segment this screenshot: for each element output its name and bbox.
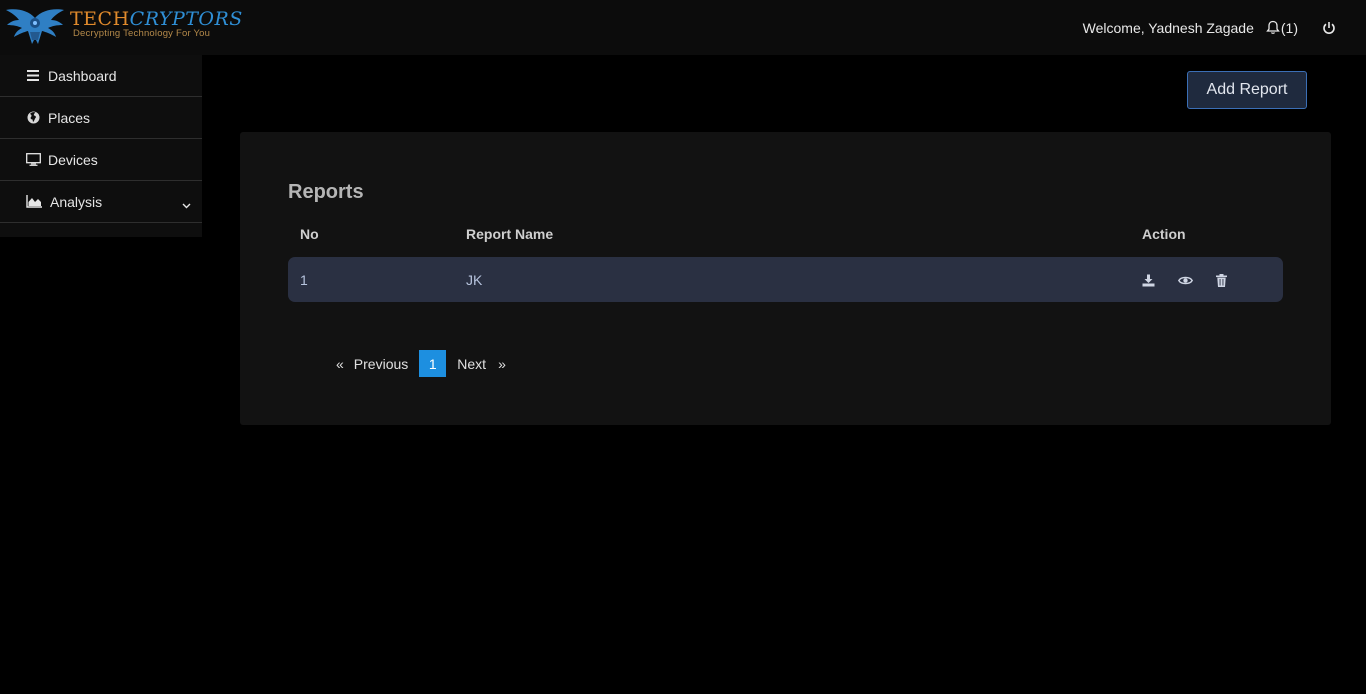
eye-icon (1177, 276, 1193, 284)
bell-icon (1266, 20, 1280, 34)
brand-name-part1: TECH (70, 8, 130, 30)
cell-no: 1 (300, 272, 308, 288)
pagination-next[interactable]: Next (457, 356, 486, 372)
sidebar-item-dashboard[interactable]: Dashboard (0, 55, 202, 97)
pagination-page-1[interactable]: 1 (419, 350, 447, 377)
globe-icon (25, 111, 41, 125)
brand-text: TECHCRYPTORS Decrypting Technology For Y… (70, 8, 243, 39)
main-content: Add Report Reports No Report Name Action… (202, 55, 1366, 694)
pagination: « Previous 1 Next » (336, 350, 506, 377)
add-report-button[interactable]: Add Report (1187, 71, 1307, 109)
notification-count: (1) (1280, 19, 1298, 36)
delete-button[interactable] (1213, 272, 1229, 288)
brand-logo[interactable]: TECHCRYPTORS Decrypting Technology For Y… (4, 4, 242, 46)
sidebar-item-analysis[interactable]: Analysis (0, 181, 202, 223)
top-bar: TECHCRYPTORS Decrypting Technology For Y… (0, 0, 1366, 55)
pagination-next-arrow[interactable]: » (498, 356, 506, 372)
welcome-text: Welcome, Yadnesh Zagade (1082, 19, 1254, 36)
download-button[interactable] (1140, 272, 1156, 288)
sidebar-item-label: Places (48, 109, 91, 126)
sidebar-item-label: Devices (48, 151, 98, 168)
eagle-logo-icon (6, 9, 64, 44)
chevron-down-icon[interactable] (182, 196, 191, 212)
sidebar: Dashboard Places Devices Analysis (0, 55, 202, 237)
pagination-prev-arrow[interactable]: « (336, 356, 344, 372)
page-title: Reports (288, 181, 364, 203)
power-icon (1323, 21, 1335, 34)
monitor-icon (25, 153, 41, 167)
sidebar-item-devices[interactable]: Devices (0, 139, 202, 181)
trash-icon (1215, 273, 1227, 287)
logout-button[interactable] (1322, 21, 1336, 35)
sidebar-item-places[interactable]: Places (0, 97, 202, 139)
brand-name: TECHCRYPTORS (70, 8, 243, 30)
view-button[interactable] (1177, 272, 1193, 288)
reports-card: Reports No Report Name Action 1 JK « Pre… (240, 132, 1331, 425)
column-header-action: Action (1142, 226, 1186, 242)
column-header-report-name: Report Name (466, 226, 554, 242)
area-chart-icon (25, 195, 43, 209)
cell-report-name: JK (466, 272, 483, 288)
header-right: Welcome, Yadnesh Zagade (1) (1083, 0, 1336, 55)
sidebar-item-label: Dashboard (48, 67, 117, 84)
table-row: 1 JK (288, 257, 1283, 302)
bars-icon (25, 69, 41, 83)
download-icon (1142, 274, 1154, 286)
notifications-button[interactable]: (1) (1266, 20, 1298, 36)
pagination-previous[interactable]: Previous (354, 356, 408, 372)
column-header-no: No (300, 226, 319, 242)
sidebar-item-label: Analysis (50, 193, 103, 210)
brand-name-part2: CRYPTORS (129, 8, 243, 30)
